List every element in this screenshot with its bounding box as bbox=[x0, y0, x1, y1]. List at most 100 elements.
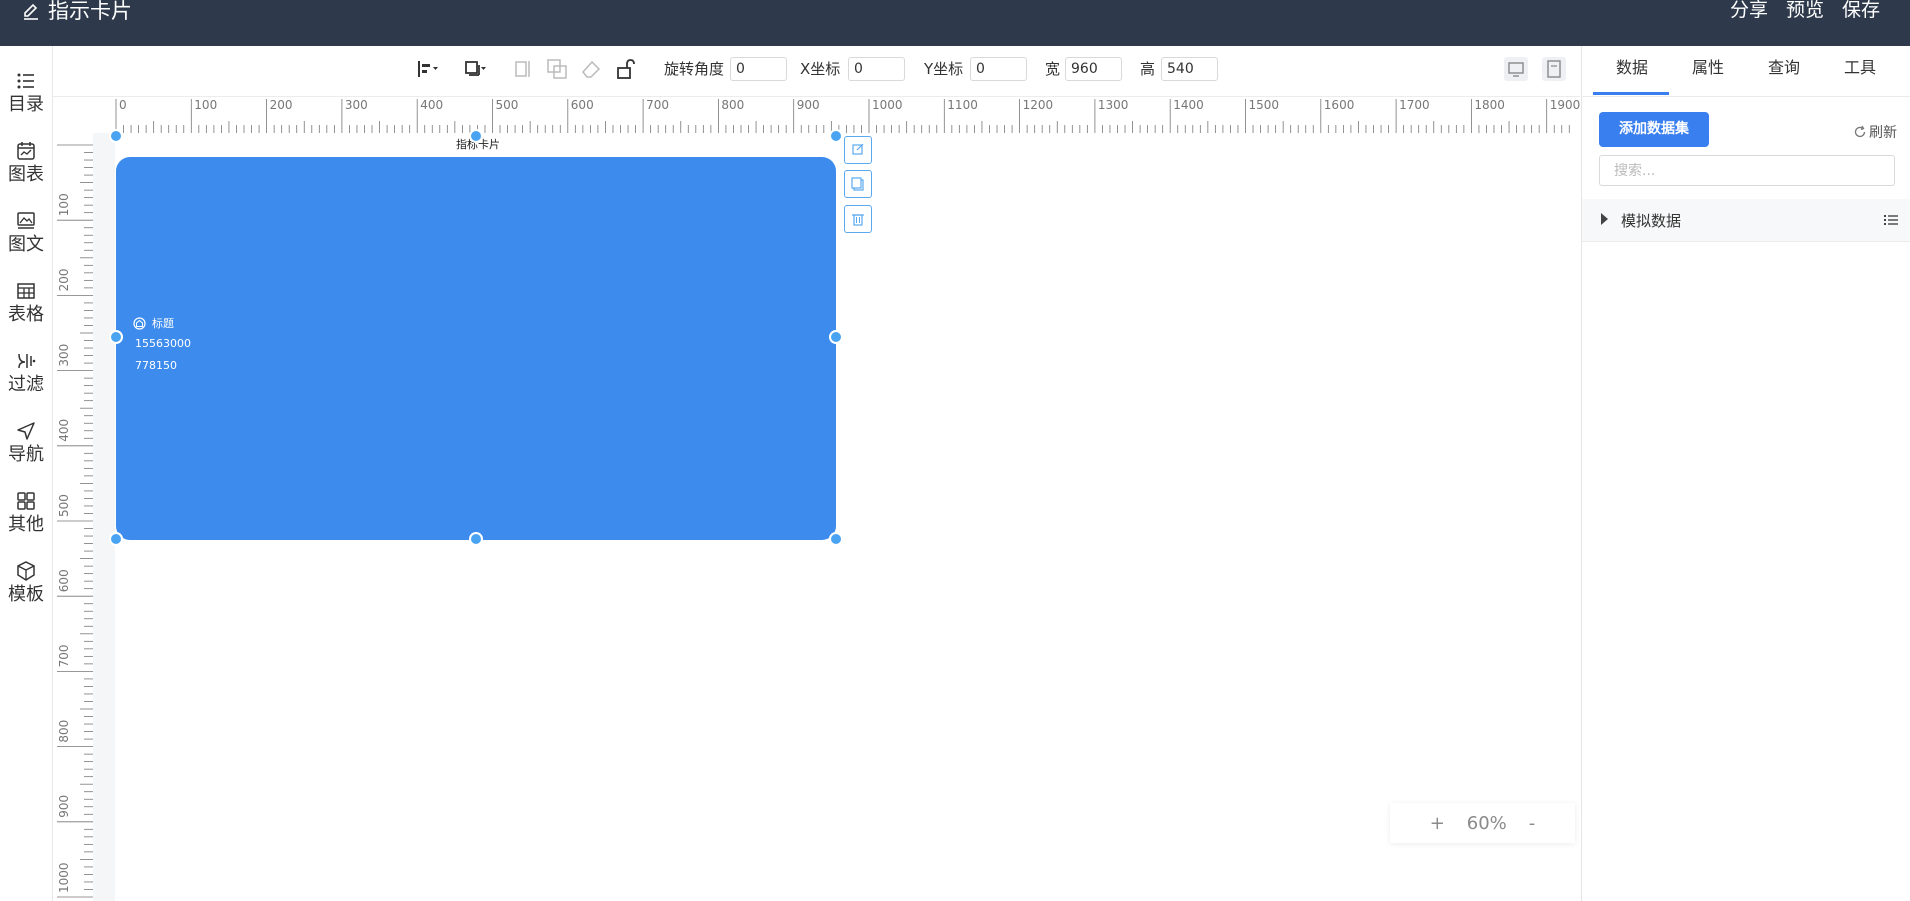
align-left-icon[interactable] bbox=[415, 57, 439, 81]
ruler-tick-label: 100 bbox=[194, 98, 217, 112]
sidebar-item-label: 其他 bbox=[8, 514, 44, 535]
table-icon bbox=[17, 283, 35, 299]
resize-handle-right[interactable] bbox=[829, 330, 843, 344]
vertical-ruler: 100 200 300 400 500 600 700 800 900 1000 bbox=[57, 144, 93, 898]
sidebar-item-label: 模板 bbox=[8, 584, 44, 605]
mobile-preview-icon[interactable] bbox=[1542, 57, 1566, 81]
ruler-tick-label: 800 bbox=[57, 720, 71, 743]
delete-component-button[interactable] bbox=[844, 205, 872, 233]
right-panel: 数据 属性 查询 工具 添加数据集 刷新 模拟数据 bbox=[1581, 46, 1910, 901]
rotation-label: 旋转角度 bbox=[664, 60, 725, 78]
edit-component-button[interactable] bbox=[844, 136, 872, 164]
y-coordinate-input[interactable] bbox=[970, 57, 1027, 81]
eraser-icon[interactable] bbox=[579, 57, 603, 81]
height-input[interactable] bbox=[1161, 57, 1218, 81]
editor-toolbar: 旋转角度 X坐标 Y坐标 宽 高 bbox=[53, 46, 1580, 97]
top-bar: 指示卡片 分享 预览 保存 bbox=[0, 0, 1910, 46]
layer-order-icon[interactable] bbox=[463, 57, 487, 81]
desktop-preview-icon[interactable] bbox=[1504, 57, 1528, 81]
top-actions: 分享 预览 保存 bbox=[1730, 0, 1880, 22]
edit-icon bbox=[852, 143, 864, 155]
share-button[interactable]: 分享 bbox=[1730, 0, 1768, 22]
resize-handle-bottom-right[interactable] bbox=[829, 532, 843, 546]
resize-handle-bottom-left[interactable] bbox=[109, 532, 123, 546]
unlock-icon[interactable] bbox=[613, 57, 637, 81]
indicator-card[interactable]: 标题 15563000 778150 bbox=[116, 157, 836, 540]
sidebar-item-filter[interactable]: 过滤 bbox=[0, 350, 52, 410]
ruler-tick-label: 400 bbox=[57, 419, 71, 442]
sidebar-item-image-text[interactable]: 图文 bbox=[0, 210, 52, 270]
zoom-level: 60% bbox=[1466, 812, 1507, 834]
template-icon bbox=[17, 561, 35, 581]
tree-item-mock-data[interactable]: 模拟数据 bbox=[1582, 199, 1910, 242]
ruler-tick-label: 1100 bbox=[947, 98, 978, 112]
active-tab-indicator bbox=[1593, 92, 1669, 95]
save-button[interactable]: 保存 bbox=[1842, 0, 1880, 22]
copy-component-button[interactable] bbox=[844, 170, 872, 198]
width-input[interactable] bbox=[1065, 57, 1122, 81]
height-label: 高 bbox=[1140, 60, 1156, 78]
sidebar-item-template[interactable]: 模板 bbox=[0, 560, 52, 620]
sidebar-item-catalog[interactable]: 目录 bbox=[0, 70, 52, 130]
x-coordinate-input[interactable] bbox=[848, 57, 905, 81]
ruler-tick-label: 1300 bbox=[1098, 98, 1129, 112]
card-value-secondary: 778150 bbox=[135, 359, 177, 372]
copy-icon bbox=[851, 177, 864, 191]
calendar-chart-icon bbox=[17, 142, 35, 160]
tab-tools[interactable]: 工具 bbox=[1844, 57, 1876, 79]
zoom-out-button[interactable]: - bbox=[1529, 813, 1536, 834]
card-value-primary: 15563000 bbox=[135, 337, 191, 350]
ruler-tick-label: 600 bbox=[57, 569, 71, 592]
right-panel-tabs: 数据 属性 查询 工具 bbox=[1582, 46, 1910, 97]
tab-data[interactable]: 数据 bbox=[1616, 57, 1648, 79]
ruler-tick-label: 300 bbox=[345, 98, 368, 112]
width-label: 宽 bbox=[1045, 60, 1061, 78]
ruler-tick-label: 200 bbox=[270, 98, 293, 112]
ruler-tick-label: 700 bbox=[646, 98, 669, 112]
field-list-icon[interactable] bbox=[1883, 212, 1899, 228]
resize-handle-left[interactable] bbox=[109, 330, 123, 344]
group-icon[interactable] bbox=[545, 57, 569, 81]
ruler-tick-label: 1000 bbox=[872, 98, 903, 112]
sidebar-item-chart[interactable]: 图表 bbox=[0, 140, 52, 200]
resize-handle-top-left[interactable] bbox=[109, 129, 123, 143]
sidebar-item-label: 目录 bbox=[8, 94, 44, 115]
dataset-search-input[interactable] bbox=[1599, 155, 1895, 186]
zoom-control: + 60% - bbox=[1390, 803, 1575, 843]
sidebar-item-navigation[interactable]: 导航 bbox=[0, 420, 52, 480]
tab-properties[interactable]: 属性 bbox=[1692, 57, 1724, 79]
card-title-icon bbox=[133, 316, 146, 330]
add-dataset-button[interactable]: 添加数据集 bbox=[1599, 112, 1709, 147]
resize-handle-top[interactable] bbox=[469, 129, 483, 143]
rotation-input[interactable] bbox=[730, 57, 787, 81]
ruler-tick-label: 0 bbox=[119, 98, 127, 112]
distribute-icon[interactable] bbox=[511, 57, 535, 81]
ruler-tick-label: 1800 bbox=[1474, 98, 1505, 112]
sidebar-item-label: 过滤 bbox=[8, 374, 44, 395]
ruler-tick-label: 500 bbox=[57, 494, 71, 517]
card-title-row: 标题 bbox=[133, 315, 174, 331]
expand-caret-icon[interactable] bbox=[1601, 213, 1608, 225]
sidebar-item-table[interactable]: 表格 bbox=[0, 280, 52, 340]
preview-button[interactable]: 预览 bbox=[1786, 0, 1824, 22]
ruler-tick-label: 700 bbox=[57, 644, 71, 667]
filter-icon bbox=[18, 353, 36, 369]
sidebar-item-label: 导航 bbox=[8, 444, 44, 465]
refresh-button[interactable]: 刷新 bbox=[1853, 122, 1897, 142]
ruler-tick-label: 1400 bbox=[1173, 98, 1204, 112]
resize-handle-bottom[interactable] bbox=[469, 532, 483, 546]
zoom-in-button[interactable]: + bbox=[1430, 813, 1445, 834]
resize-handle-top-right[interactable] bbox=[829, 129, 843, 143]
ruler-tick-label: 1600 bbox=[1324, 98, 1355, 112]
tab-query[interactable]: 查询 bbox=[1768, 57, 1800, 79]
edit-pen-icon bbox=[24, 3, 38, 20]
navigation-icon bbox=[17, 422, 35, 440]
grid-icon bbox=[17, 492, 35, 510]
ruler-tick-label: 500 bbox=[496, 98, 519, 112]
sidebar-item-other[interactable]: 其他 bbox=[0, 490, 52, 550]
card-title: 标题 bbox=[152, 317, 174, 330]
sidebar-item-label: 图表 bbox=[8, 164, 44, 185]
ruler-tick-label: 800 bbox=[721, 98, 744, 112]
list-icon bbox=[17, 73, 34, 89]
ruler-tick-label: 900 bbox=[797, 98, 820, 112]
